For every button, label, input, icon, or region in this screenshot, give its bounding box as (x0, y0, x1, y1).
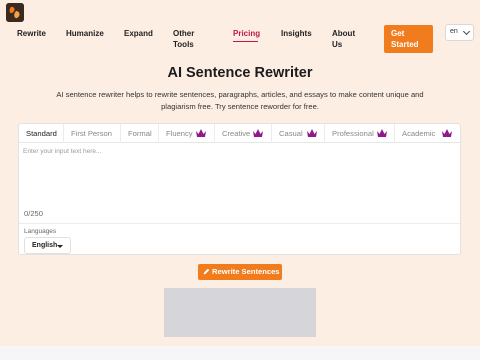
tab-label: Creative (222, 129, 251, 138)
mode-tabs: Standard First Person Formal Fluency Cre… (19, 124, 460, 143)
crown-icon (307, 129, 317, 137)
editor-card: Standard First Person Formal Fluency Cre… (18, 123, 461, 255)
nav-other-tools[interactable]: Other Tools (173, 28, 194, 50)
page-description: AI sentence rewriter helps to rewrite se… (56, 90, 424, 111)
tab-fluency[interactable]: Fluency (159, 124, 215, 143)
input-textarea[interactable]: Enter your input text here... (23, 148, 453, 208)
divider (19, 223, 460, 224)
chevron-down-icon (462, 27, 471, 36)
nav-expand[interactable]: Expand (124, 28, 153, 39)
crown-icon (253, 129, 263, 137)
nav-insights[interactable]: Insights (281, 28, 312, 39)
tab-casual[interactable]: Casual (272, 124, 325, 143)
tab-first-person[interactable]: First Person (64, 124, 121, 143)
language-dropdown[interactable]: English (24, 237, 71, 254)
tab-standard[interactable]: Standard (19, 124, 64, 143)
page-title: AI Sentence Rewriter (167, 65, 313, 81)
rewrite-sentences-label: Rewrite Sentences (212, 267, 280, 276)
crown-icon (377, 129, 387, 137)
language-select-value: en (450, 28, 458, 35)
tab-label: Fluency (166, 129, 193, 138)
nav-pricing[interactable]: Pricing (233, 28, 260, 39)
tab-creative[interactable]: Creative (215, 124, 272, 143)
footer-strip (0, 346, 480, 360)
character-counter: 0/250 (24, 209, 44, 218)
nav-active-indicator (233, 41, 258, 42)
nav-humanize[interactable]: Humanize (66, 28, 104, 39)
caret-down-icon (57, 245, 63, 248)
rewrite-sentences-button[interactable]: Rewrite Sentences (198, 264, 282, 280)
language-select[interactable]: en (445, 24, 474, 41)
language-dropdown-value: English (32, 242, 58, 249)
tab-formal[interactable]: Formal (121, 124, 159, 143)
nav-about-us[interactable]: About Us (332, 28, 355, 50)
tab-professional[interactable]: Professional (325, 124, 395, 143)
ad-placeholder (164, 288, 316, 337)
nav-rewrite[interactable]: Rewrite (17, 28, 46, 39)
site-header: Rewrite Humanize Expand Other Tools Pric… (0, 0, 480, 58)
crown-icon (196, 129, 206, 137)
tab-label: First Person (71, 129, 112, 138)
crown-icon (442, 129, 452, 137)
get-started-button[interactable]: Get Started (384, 25, 433, 53)
tab-label: Professional (332, 129, 374, 138)
tab-label: Formal (128, 129, 152, 138)
tab-label: Academic (402, 129, 436, 138)
tab-label: Casual (279, 129, 303, 138)
tab-label: Standard (26, 129, 57, 138)
languages-label: Languages (24, 228, 57, 235)
tab-academic[interactable]: Academic (395, 124, 460, 143)
pencil-icon (203, 268, 210, 275)
logo-icon[interactable] (6, 3, 24, 22)
